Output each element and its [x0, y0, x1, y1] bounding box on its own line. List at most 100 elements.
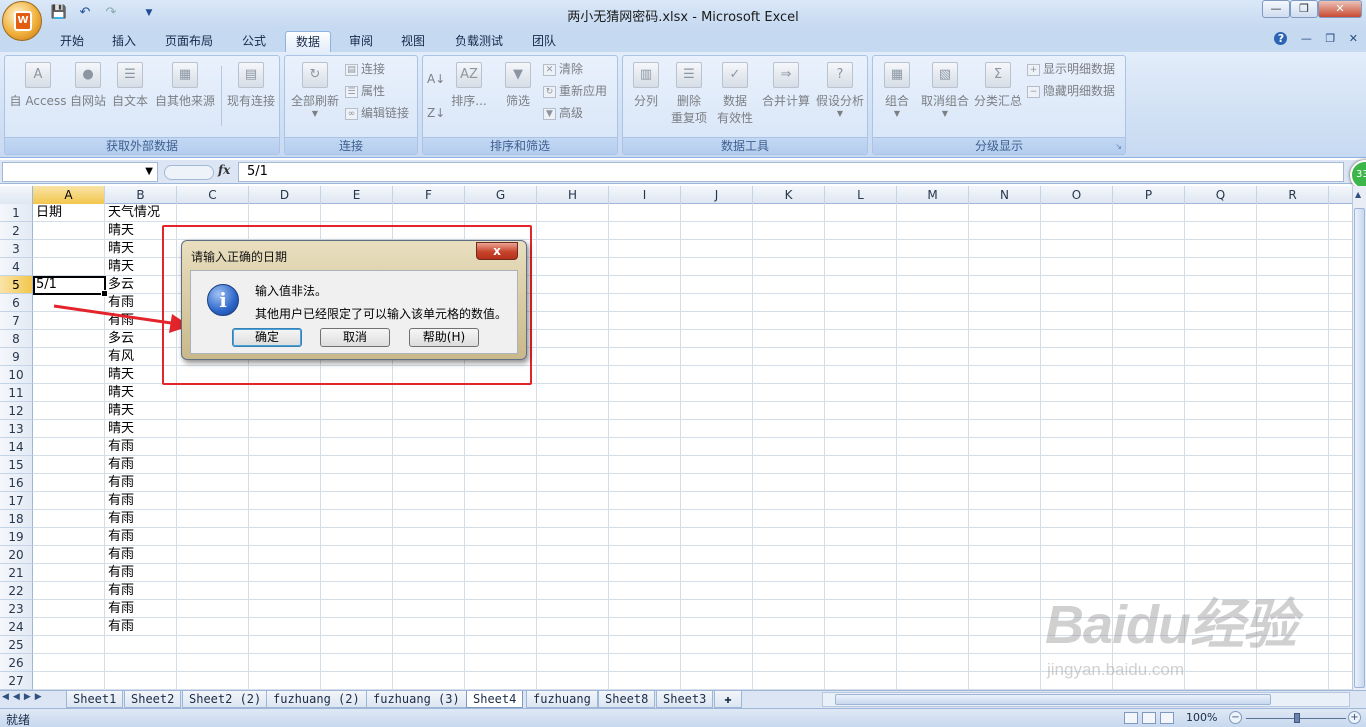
row-header-22[interactable]: 22 — [0, 582, 33, 600]
horizontal-scrollbar[interactable] — [822, 692, 1350, 707]
column-header-l[interactable]: L — [825, 186, 897, 204]
row-header-19[interactable]: 19 — [0, 528, 33, 546]
column-header-o[interactable]: O — [1041, 186, 1113, 204]
reapply-button[interactable]: ↻ 重新应用 — [543, 82, 607, 100]
filter-button[interactable]: ▼ 筛选 — [497, 62, 539, 109]
tab-formulas[interactable]: 公式 — [234, 31, 274, 52]
row-header-7[interactable]: 7 — [0, 312, 33, 330]
sort-descending-icon[interactable]: Z↓ — [427, 104, 447, 122]
scroll-up-icon[interactable]: ▲ — [1355, 190, 1361, 199]
cell-b23[interactable]: 有雨 — [105, 600, 177, 618]
sort-ascending-icon[interactable]: A↓ — [427, 70, 447, 88]
cell-b18[interactable]: 有雨 — [105, 510, 177, 528]
row-header-11[interactable]: 11 — [0, 384, 33, 402]
text-to-columns-button[interactable]: ▥ 分列 — [625, 62, 667, 109]
next-sheet-icon[interactable]: ▶ — [24, 692, 35, 702]
page-layout-view-icon[interactable] — [1142, 712, 1156, 724]
column-header-d[interactable]: D — [249, 186, 321, 204]
vertical-scrollbar[interactable]: ▲ — [1352, 186, 1366, 690]
maximize-button[interactable]: ❐ — [1290, 0, 1318, 18]
scroll-thumb[interactable] — [1354, 208, 1365, 688]
column-header-n[interactable]: N — [969, 186, 1041, 204]
cell-b17[interactable]: 有雨 — [105, 492, 177, 510]
connections-button[interactable]: ▤ 连接 — [345, 60, 385, 78]
close-button[interactable]: ✕ — [1318, 0, 1362, 18]
row-header-4[interactable]: 4 — [0, 258, 33, 276]
column-header-e[interactable]: E — [321, 186, 393, 204]
insert-function-icon[interactable]: fx — [218, 163, 230, 177]
row-header-10[interactable]: 10 — [0, 366, 33, 384]
zoom-in-icon[interactable]: + — [1348, 711, 1361, 724]
sheet-tab-sheet3[interactable]: Sheet3 — [656, 691, 714, 708]
column-header-j[interactable]: J — [681, 186, 753, 204]
column-header-m[interactable]: M — [897, 186, 969, 204]
row-header-24[interactable]: 24 — [0, 618, 33, 636]
tab-home[interactable]: 开始 — [52, 31, 92, 52]
cell-b16[interactable]: 有雨 — [105, 474, 177, 492]
sheet-tab-fuzhuang-2[interactable]: fuzhuang (2) — [266, 691, 367, 708]
normal-view-icon[interactable] — [1124, 712, 1138, 724]
edit-links-button[interactable]: ∞ 编辑链接 — [345, 104, 409, 122]
zoom-slider-knob[interactable] — [1294, 713, 1300, 723]
hide-detail-button[interactable]: − 隐藏明细数据 — [1027, 82, 1115, 100]
column-header-k[interactable]: K — [753, 186, 825, 204]
last-sheet-icon[interactable]: ▶ — [35, 692, 46, 702]
consolidate-button[interactable]: ⇒ 合并计算 — [759, 62, 813, 109]
ungroup-button[interactable]: ▧ 取消组合 ▼ — [919, 62, 971, 118]
sheet-tab-fuzhuang-3[interactable]: fuzhuang (3) — [366, 691, 467, 708]
cell-a1[interactable]: 日期 — [33, 204, 105, 222]
zoom-out-icon[interactable]: − — [1229, 711, 1242, 724]
row-header-26[interactable]: 26 — [0, 654, 33, 672]
tab-review[interactable]: 审阅 — [341, 31, 381, 52]
cell-a5[interactable]: 5/1 — [33, 276, 105, 294]
insert-sheet-icon[interactable]: ✚ — [714, 691, 742, 708]
sheet-tab-sheet8[interactable]: Sheet8 — [598, 691, 656, 708]
row-header-1[interactable]: 1 — [0, 204, 33, 222]
row-header-12[interactable]: 12 — [0, 402, 33, 420]
column-header-f[interactable]: F — [393, 186, 465, 204]
sort-button[interactable]: AZ 排序... — [449, 62, 489, 109]
page-break-view-icon[interactable] — [1160, 712, 1174, 724]
column-header-b[interactable]: B — [105, 186, 177, 204]
row-header-8[interactable]: 8 — [0, 330, 33, 348]
row-header-27[interactable]: 27 — [0, 672, 33, 690]
tab-team[interactable]: 团队 — [524, 31, 564, 52]
formula-input[interactable]: 5/1 — [238, 162, 1344, 182]
column-header-p[interactable]: P — [1113, 186, 1185, 204]
row-header-21[interactable]: 21 — [0, 564, 33, 582]
row-header-14[interactable]: 14 — [0, 438, 33, 456]
cell-b20[interactable]: 有雨 — [105, 546, 177, 564]
show-detail-button[interactable]: + 显示明细数据 — [1027, 60, 1115, 78]
column-header-r[interactable]: R — [1257, 186, 1329, 204]
dialog-close-button[interactable]: x — [476, 242, 518, 260]
cell-b12[interactable]: 晴天 — [105, 402, 177, 420]
name-box[interactable]: ▼ — [2, 162, 158, 182]
row-header-23[interactable]: 23 — [0, 600, 33, 618]
column-header-a[interactable]: A — [33, 186, 105, 204]
minimize-button[interactable]: — — [1262, 0, 1290, 18]
clear-filter-button[interactable]: ✕ 清除 — [543, 60, 583, 78]
cell-b19[interactable]: 有雨 — [105, 528, 177, 546]
sheet-tab-fuzhuang[interactable]: fuzhuang — [526, 691, 598, 708]
cell-b11[interactable]: 晴天 — [105, 384, 177, 402]
prev-sheet-icon[interactable]: ◀ — [13, 692, 24, 702]
from-text-button[interactable]: ☰ 自文本 — [109, 62, 151, 109]
existing-connections-button[interactable]: ▤ 现有连接 — [223, 62, 279, 109]
column-header-c[interactable]: C — [177, 186, 249, 204]
tab-insert[interactable]: 插入 — [104, 31, 144, 52]
chevron-down-icon[interactable]: ▼ — [145, 163, 153, 181]
column-header-g[interactable]: G — [465, 186, 537, 204]
group-button[interactable]: ▦ 组合 ▼ — [875, 62, 919, 118]
cell-b24[interactable]: 有雨 — [105, 618, 177, 636]
restore-workbook-icon[interactable]: ❐ — [1325, 32, 1335, 45]
row-header-20[interactable]: 20 — [0, 546, 33, 564]
row-header-6[interactable]: 6 — [0, 294, 33, 312]
select-all-corner[interactable] — [0, 186, 33, 204]
from-web-button[interactable]: ● 自网站 — [67, 62, 109, 109]
row-header-3[interactable]: 3 — [0, 240, 33, 258]
help-icon[interactable]: ? — [1274, 32, 1288, 45]
tab-page-layout[interactable]: 页面布局 — [158, 31, 220, 52]
first-sheet-icon[interactable]: ◀ — [2, 692, 13, 702]
row-header-2[interactable]: 2 — [0, 222, 33, 240]
what-if-analysis-button[interactable]: ? 假设分析 ▼ — [813, 62, 867, 118]
